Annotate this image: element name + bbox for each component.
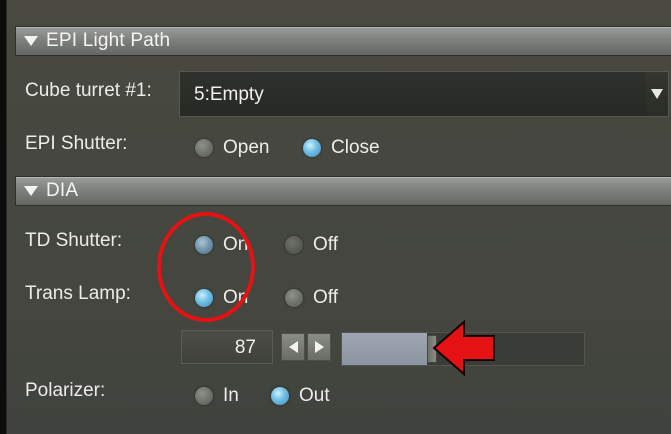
lamp-intensity-value: 87: [234, 337, 256, 358]
dia-section-header[interactable]: DIA: [15, 176, 671, 206]
cube-turret-label: Cube turret #1:: [25, 80, 152, 101]
trans-lamp-off-label: Off: [313, 287, 338, 308]
polarizer-in-radio[interactable]: In: [195, 385, 239, 407]
epi-section-title: EPI Light Path: [46, 30, 171, 51]
cube-turret-value: 5:Empty: [194, 84, 264, 105]
triangle-down-icon: [24, 36, 38, 46]
cube-turret-select[interactable]: 5:Empty: [179, 71, 669, 117]
radio-unselected-icon: [285, 289, 303, 307]
epi-shutter-open-label: Open: [223, 137, 270, 158]
polarizer-label: Polarizer:: [25, 380, 106, 401]
trans-lamp-label: Trans Lamp:: [25, 283, 131, 304]
dia-section-title: DIA: [46, 180, 79, 201]
radio-unselected-icon: [285, 236, 303, 254]
radio-unselected-icon: [195, 387, 213, 405]
td-shutter-off-label: Off: [313, 234, 338, 255]
annotation-arrow-icon: [432, 319, 495, 377]
arrow-left-icon: [288, 341, 298, 353]
trans-lamp-off-radio[interactable]: Off: [285, 287, 338, 309]
polarizer-out-radio[interactable]: Out: [271, 385, 330, 407]
radio-selected-icon: [303, 139, 321, 157]
slider-fill: [342, 333, 427, 365]
intensity-decrease-button[interactable]: [281, 333, 305, 361]
epi-shutter-open-radio[interactable]: Open: [195, 137, 269, 159]
epi-shutter-close-radio[interactable]: Close: [303, 137, 380, 159]
radio-selected-icon: [271, 387, 289, 405]
chevron-down-icon[interactable]: [646, 72, 668, 116]
epi-shutter-label: EPI Shutter:: [25, 133, 128, 154]
td-shutter-label: TD Shutter:: [25, 230, 123, 251]
polarizer-out-label: Out: [299, 385, 330, 406]
intensity-increase-button[interactable]: [307, 333, 331, 361]
triangle-down-icon: [24, 186, 38, 196]
td-shutter-off-radio[interactable]: Off: [285, 234, 338, 256]
epi-section-header[interactable]: EPI Light Path: [15, 26, 671, 56]
radio-unselected-icon: [195, 139, 213, 157]
epi-shutter-close-label: Close: [331, 137, 380, 158]
annotation-circle: [157, 212, 255, 322]
arrow-right-icon: [314, 341, 324, 353]
polarizer-in-label: In: [223, 385, 239, 406]
control-panel: EPI Light Path Cube turret #1: 5:Empty E…: [6, 0, 671, 434]
lamp-intensity-field[interactable]: 87: [181, 330, 273, 364]
